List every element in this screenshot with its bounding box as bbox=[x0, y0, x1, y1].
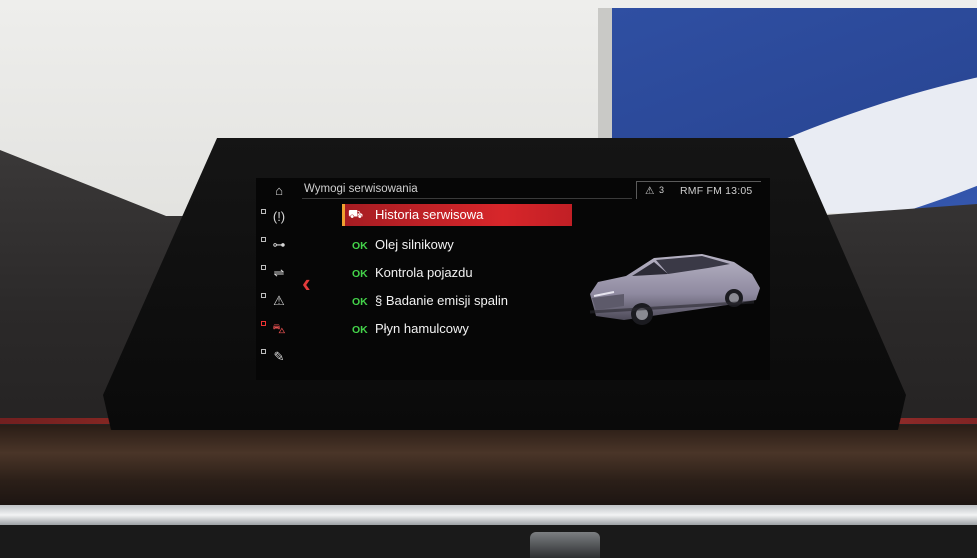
ok-badge: OK bbox=[352, 324, 368, 336]
menu-item-brake-fluid[interactable]: OK Płyn hamulcowy bbox=[342, 316, 572, 344]
menu-item-label: § Badanie emisji spalin bbox=[375, 293, 508, 308]
vent-control bbox=[530, 532, 600, 558]
warning-icon[interactable]: ⚠ bbox=[259, 290, 289, 312]
status-square-icon bbox=[261, 349, 266, 354]
page-title: Wymogi serwisowania bbox=[304, 183, 418, 195]
wrench-icon[interactable]: ✎ bbox=[259, 346, 289, 368]
home-icon[interactable]: ⌂ bbox=[259, 180, 289, 202]
infotainment-screen: ⌂ (!) ⊶ ⇌ ⚠ ⛍ ✎ Wymogi serwisowania ⚠ 3 … bbox=[256, 178, 770, 380]
vehicle-check-icon[interactable]: ⇌ bbox=[259, 262, 289, 284]
title-divider bbox=[302, 198, 632, 199]
oil-can-icon[interactable]: ⊶ bbox=[259, 234, 289, 256]
chrome-trim bbox=[0, 505, 977, 525]
back-chevron-icon[interactable]: ‹ bbox=[302, 270, 311, 296]
warning-triangle-icon[interactable]: ⚠ bbox=[645, 185, 654, 197]
radio-clock: RMF FM 13:05 bbox=[680, 185, 753, 197]
menu-item-label: Płyn hamulcowy bbox=[375, 321, 469, 336]
menu-item-service-history[interactable]: ⛟ Historia serwisowa bbox=[342, 204, 572, 226]
tire-pressure-icon[interactable]: (!) bbox=[259, 206, 289, 228]
service-menu: ⛟ Historia serwisowa OK Olej silnikowy O… bbox=[342, 204, 572, 344]
lower-console bbox=[0, 525, 977, 558]
ok-badge: OK bbox=[352, 240, 368, 252]
menu-item-engine-oil[interactable]: OK Olej silnikowy bbox=[342, 232, 572, 260]
car-illustration bbox=[589, 254, 760, 325]
status-square-icon bbox=[261, 265, 266, 270]
ok-badge: OK bbox=[352, 268, 368, 280]
wood-trim bbox=[0, 425, 977, 505]
ok-badge: OK bbox=[352, 296, 368, 308]
status-bar: ⚠ 3 RMF FM 13:05 bbox=[636, 181, 761, 199]
status-square-icon bbox=[261, 237, 266, 242]
status-square-icon bbox=[261, 209, 266, 214]
status-square-icon bbox=[261, 321, 266, 326]
status-square-icon bbox=[261, 293, 266, 298]
warning-count: 3 bbox=[659, 185, 665, 195]
sidebar: ⌂ (!) ⊶ ⇌ ⚠ ⛍ ✎ bbox=[256, 178, 292, 380]
menu-item-vehicle-check[interactable]: OK Kontrola pojazdu bbox=[342, 260, 572, 288]
menu-item-label: Historia serwisowa bbox=[375, 207, 484, 222]
menu-item-emissions-test[interactable]: OK § Badanie emisji spalin bbox=[342, 288, 572, 316]
menu-item-label: Olej silnikowy bbox=[375, 237, 454, 252]
car-service-icon[interactable]: ⛍ bbox=[259, 318, 289, 340]
menu-item-label: Kontrola pojazdu bbox=[375, 265, 473, 280]
selection-marker bbox=[342, 204, 345, 226]
service-history-icon: ⛟ bbox=[348, 207, 364, 221]
